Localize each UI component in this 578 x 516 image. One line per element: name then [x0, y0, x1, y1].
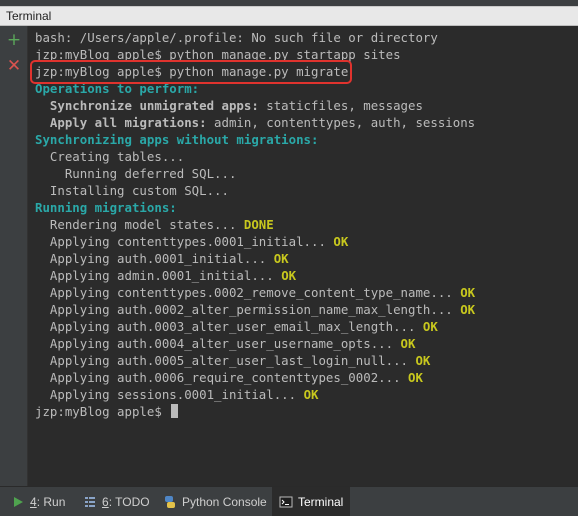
- python-console-icon: [165, 495, 175, 508]
- terminal-output[interactable]: bash: /Users/apple/.profile: No such fil…: [28, 26, 578, 486]
- terminal-line: Installing custom SQL...: [35, 182, 475, 199]
- terminal-text: Applying contenttypes.0001_initial...: [35, 234, 334, 249]
- terminal-text: Running migrations:: [35, 200, 177, 215]
- terminal-text: Applying admin.0001_initial...: [35, 268, 282, 283]
- tab-python-console[interactable]: Python Console: [156, 487, 274, 516]
- status-ok-label: OK: [281, 268, 297, 283]
- terminal-text: jzp:myBlog apple$: [35, 404, 170, 419]
- terminal-toolbar: + ✕: [0, 26, 28, 486]
- tool-window-bar: 4: Run 6: TODO Python Console Terminal: [0, 486, 578, 516]
- terminal-text: staticfiles, messages: [258, 98, 423, 113]
- terminal-text: Synchronizing apps without migrations:: [35, 132, 319, 147]
- terminal-line: Applying auth.0004_alter_user_username_o…: [35, 335, 475, 352]
- close-icon: ✕: [6, 56, 22, 76]
- terminal-line: Applying auth.0002_alter_permission_name…: [35, 301, 475, 318]
- terminal-line: Applying contenttypes.0002_remove_conten…: [35, 284, 475, 301]
- terminal-lines: bash: /Users/apple/.profile: No such fil…: [35, 29, 475, 420]
- terminal-line: jzp:myBlog apple$ python manage.py start…: [35, 46, 475, 63]
- run-icon: [14, 496, 23, 507]
- terminal-text: bash: /Users/apple/.profile: No such fil…: [35, 30, 438, 45]
- terminal-line: Rendering model states... DONE: [35, 216, 475, 233]
- terminal-line: Applying auth.0003_alter_user_email_max_…: [35, 318, 475, 335]
- status-ok-label: OK: [303, 387, 319, 402]
- status-ok-label: OK: [333, 234, 349, 249]
- tab-terminal[interactable]: Terminal: [272, 487, 351, 516]
- terminal-text: Applying auth.0006_require_contenttypes_…: [35, 370, 408, 385]
- status-ok-label: OK: [400, 336, 416, 351]
- terminal-cursor: [171, 404, 179, 418]
- status-ok-label: OK: [273, 251, 289, 266]
- status-ok-label: OK: [422, 319, 438, 334]
- terminal-line: Applying sessions.0001_initial... OK: [35, 386, 475, 403]
- terminal-text: jzp:myBlog apple$ python manage.py migra…: [35, 64, 349, 79]
- terminal-line: Running migrations:: [35, 199, 475, 216]
- terminal-line: Applying auth.0001_initial... OK: [35, 250, 475, 267]
- tab-terminal-label: Terminal: [298, 494, 344, 509]
- tab-todo[interactable]: 6: TODO: [76, 487, 157, 516]
- close-session-button[interactable]: ✕: [5, 57, 23, 75]
- terminal-text: Creating tables...: [35, 149, 185, 164]
- terminal-line: Apply all migrations: admin, contenttype…: [35, 114, 475, 131]
- terminal-text: Applying auth.0003_alter_user_email_max_…: [35, 319, 423, 334]
- terminal-line: Operations to perform:: [35, 80, 475, 97]
- status-ok-label: OK: [460, 285, 476, 300]
- terminal-line: Applying admin.0001_initial... OK: [35, 267, 475, 284]
- terminal-text: admin, contenttypes, auth, sessions: [206, 115, 476, 130]
- terminal-line: jzp:myBlog apple$: [35, 403, 475, 420]
- plus-icon: +: [6, 30, 22, 50]
- terminal-line: Applying auth.0005_alter_user_last_login…: [35, 352, 475, 369]
- panel-title-bar: Terminal: [0, 6, 578, 26]
- terminal-line: Applying contenttypes.0001_initial... OK: [35, 233, 475, 250]
- terminal-icon: [279, 496, 293, 507]
- terminal-text: Applying contenttypes.0002_remove_conten…: [35, 285, 461, 300]
- terminal-text: Rendering model states...: [35, 217, 244, 232]
- tab-python-console-label: Python Console: [182, 494, 267, 509]
- terminal-line: Running deferred SQL...: [35, 165, 475, 182]
- tab-run-label: 4: Run: [30, 494, 66, 509]
- todo-icon: [85, 496, 95, 507]
- terminal-text: Operations to perform:: [35, 81, 200, 96]
- status-ok-label: DONE: [243, 217, 274, 232]
- terminal-text: Running deferred SQL...: [35, 166, 237, 181]
- tab-todo-label: 6: TODO: [102, 494, 150, 509]
- status-ok-label: OK: [408, 370, 423, 385]
- panel-title: Terminal: [6, 9, 52, 23]
- status-ok-label: OK: [415, 353, 431, 368]
- terminal-text: Applying auth.0004_alter_user_username_o…: [35, 336, 401, 351]
- terminal-text: Apply all migrations:: [49, 115, 207, 130]
- terminal-line: Creating tables...: [35, 148, 475, 165]
- tab-run[interactable]: 4: Run: [4, 487, 72, 516]
- terminal-line: Synchronizing apps without migrations:: [35, 131, 475, 148]
- terminal-text: Applying auth.0001_initial...: [35, 251, 274, 266]
- terminal-text: Applying auth.0002_alter_permission_name…: [35, 302, 461, 317]
- terminal-line: bash: /Users/apple/.profile: No such fil…: [35, 29, 475, 46]
- terminal-text: Applying auth.0005_alter_user_last_login…: [35, 353, 416, 368]
- terminal-line: Applying auth.0006_require_contenttypes_…: [35, 369, 475, 386]
- terminal-text: Installing custom SQL...: [35, 183, 229, 198]
- terminal-text: jzp:myBlog apple$ python manage.py start…: [35, 47, 401, 62]
- terminal-line: Synchronize unmigrated apps: staticfiles…: [35, 97, 475, 114]
- terminal-line: jzp:myBlog apple$ python manage.py migra…: [35, 63, 475, 80]
- status-ok-label: OK: [460, 302, 476, 317]
- new-session-button[interactable]: +: [5, 31, 23, 49]
- terminal-text: Synchronize unmigrated apps:: [49, 98, 259, 113]
- terminal-text: Applying sessions.0001_initial...: [35, 387, 304, 402]
